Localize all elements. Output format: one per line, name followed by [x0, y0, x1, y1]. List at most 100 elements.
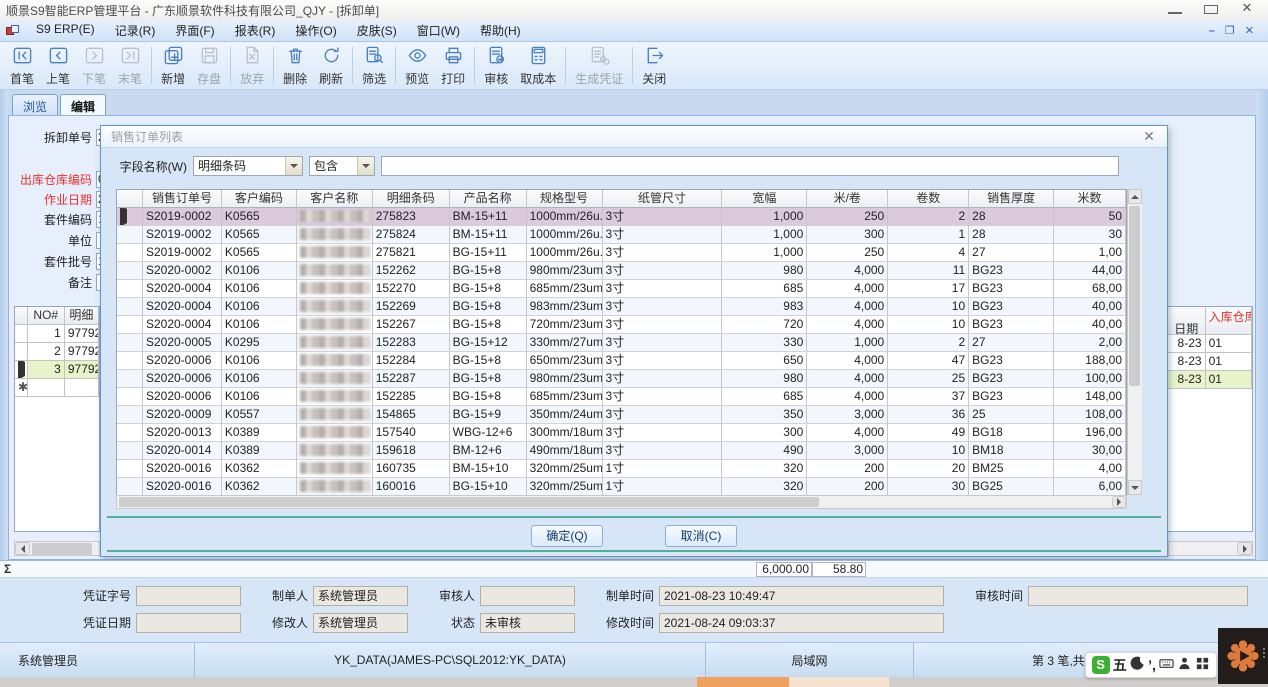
- cell[interactable]: 3寸: [603, 388, 723, 406]
- cell[interactable]: 2: [888, 208, 969, 226]
- table-row[interactable]: S2020-0006K0106152285BG-15+8685mm/23um..…: [117, 388, 1126, 406]
- table-row[interactable]: ✱: [15, 379, 99, 397]
- menu-item-记录(R)[interactable]: 记录(R): [105, 20, 166, 41]
- cell[interactable]: 49: [888, 424, 969, 442]
- cell[interactable]: S2020-0002: [143, 262, 222, 280]
- cell[interactable]: 980: [722, 262, 807, 280]
- cell[interactable]: 300: [807, 226, 888, 244]
- cell[interactable]: K0389: [222, 442, 297, 460]
- corner-app-overlay[interactable]: [1218, 628, 1268, 684]
- cell[interactable]: 152287: [373, 370, 450, 388]
- table-row[interactable]: S2020-0005K0295152283BG-15+12330mm/27um.…: [117, 334, 1126, 352]
- cell[interactable]: BG-15+12: [450, 334, 527, 352]
- cell[interactable]: [297, 298, 373, 316]
- cell[interactable]: 1寸: [603, 478, 723, 496]
- person-icon[interactable]: [1177, 656, 1192, 674]
- row-selector[interactable]: [117, 424, 143, 442]
- cell[interactable]: 152284: [373, 352, 450, 370]
- cell[interactable]: 10: [888, 316, 969, 334]
- cell[interactable]: 275824: [373, 226, 450, 244]
- column-header-no[interactable]: NO#: [28, 307, 65, 325]
- cell[interactable]: 650mm/23um...: [527, 352, 603, 370]
- cell[interactable]: 300: [722, 424, 807, 442]
- column-header-6[interactable]: 规格型号: [527, 190, 603, 208]
- cell[interactable]: 250: [807, 244, 888, 262]
- cell[interactable]: 68,00: [1054, 280, 1126, 298]
- row-selector[interactable]: [15, 325, 28, 343]
- menu-item-报表(R)[interactable]: 报表(R): [225, 20, 286, 41]
- toolbar-first-button[interactable]: 首笔: [4, 44, 40, 87]
- cell[interactable]: 10: [888, 298, 969, 316]
- row-selector[interactable]: [15, 343, 28, 361]
- cell[interactable]: [297, 262, 373, 280]
- scroll-right-icon[interactable]: [1112, 496, 1126, 508]
- cell[interactable]: [297, 280, 373, 298]
- toolbar-audit-button[interactable]: 审核: [478, 44, 514, 87]
- cell[interactable]: [297, 478, 373, 496]
- cell[interactable]: 3寸: [603, 244, 723, 262]
- cell[interactable]: S2020-0016: [143, 460, 222, 478]
- cell[interactable]: 152283: [373, 334, 450, 352]
- cell[interactable]: BM-15+11: [450, 226, 527, 244]
- cell[interactable]: [297, 208, 373, 226]
- cell[interactable]: 36: [888, 406, 969, 424]
- cell[interactable]: 2,00: [1054, 334, 1126, 352]
- toolbar-refresh-button[interactable]: 刷新: [313, 44, 349, 87]
- cell[interactable]: 320: [722, 478, 807, 496]
- cell[interactable]: 983: [722, 298, 807, 316]
- cell[interactable]: 3寸: [603, 316, 723, 334]
- cell[interactable]: 28: [969, 226, 1054, 244]
- dialog-vscrollbar[interactable]: [1127, 189, 1142, 495]
- cell[interactable]: 685mm/23um...: [527, 280, 603, 298]
- cell[interactable]: 685: [722, 388, 807, 406]
- cell[interactable]: BG-15+8: [450, 262, 527, 280]
- maximize-button[interactable]: [1204, 3, 1218, 17]
- cell[interactable]: S2020-0014: [143, 442, 222, 460]
- cell[interactable]: 650: [722, 352, 807, 370]
- cell[interactable]: S2020-0013: [143, 424, 222, 442]
- cell[interactable]: 490mm/18um...: [527, 442, 603, 460]
- cell[interactable]: S2020-0004: [143, 298, 222, 316]
- cell[interactable]: BM25: [969, 460, 1054, 478]
- cell[interactable]: BG23: [969, 352, 1054, 370]
- cell[interactable]: [297, 424, 373, 442]
- cell[interactable]: 200: [807, 460, 888, 478]
- dialog-close-icon[interactable]: ✕: [1141, 128, 1157, 145]
- row-selector[interactable]: [117, 460, 143, 478]
- cell[interactable]: 4,000: [807, 424, 888, 442]
- table-row[interactable]: 397792: [15, 361, 99, 379]
- cell[interactable]: S2020-0004: [143, 280, 222, 298]
- row-selector[interactable]: [117, 406, 143, 424]
- cell[interactable]: 4: [888, 244, 969, 262]
- cell[interactable]: 3寸: [603, 280, 723, 298]
- taskbar-active-item[interactable]: [697, 677, 789, 687]
- column-header-date[interactable]: 日期: [1168, 307, 1206, 335]
- cell[interactable]: S2020-0009: [143, 406, 222, 424]
- cancel-button[interactable]: 取消(C): [665, 525, 737, 547]
- cell[interactable]: [297, 370, 373, 388]
- table-row[interactable]: S2019-0002K0565275824BM-15+111000mm/26u.…: [117, 226, 1126, 244]
- tab-编辑[interactable]: 编辑: [60, 94, 106, 115]
- cell[interactable]: K0106: [222, 352, 297, 370]
- cell[interactable]: 4,000: [807, 280, 888, 298]
- row-selector[interactable]: [117, 388, 143, 406]
- cell[interactable]: K0557: [222, 406, 297, 424]
- cell[interactable]: K0106: [222, 298, 297, 316]
- cell[interactable]: 320: [722, 460, 807, 478]
- cell-date[interactable]: 8-23: [1168, 371, 1206, 389]
- row-selector[interactable]: [117, 262, 143, 280]
- cell-no[interactable]: 2: [28, 343, 65, 361]
- column-header-5[interactable]: 产品名称: [450, 190, 527, 208]
- table-row[interactable]: S2020-0016K0362160016BG-15+10320mm/25um.…: [117, 478, 1126, 496]
- cell[interactable]: [297, 316, 373, 334]
- minimize-button[interactable]: [1168, 3, 1182, 17]
- cell[interactable]: 159618: [373, 442, 450, 460]
- row-selector[interactable]: [117, 244, 143, 262]
- cell[interactable]: K0295: [222, 334, 297, 352]
- menu-item-皮肤(S)[interactable]: 皮肤(S): [347, 20, 407, 41]
- cell[interactable]: 200: [807, 478, 888, 496]
- row-selector[interactable]: [117, 370, 143, 388]
- table-row[interactable]: S2020-0013K0389157540WBG-12+6300mm/18um.…: [117, 424, 1126, 442]
- menu-item-操作(O)[interactable]: 操作(O): [285, 20, 346, 41]
- cell-date[interactable]: 8-23: [1168, 335, 1206, 353]
